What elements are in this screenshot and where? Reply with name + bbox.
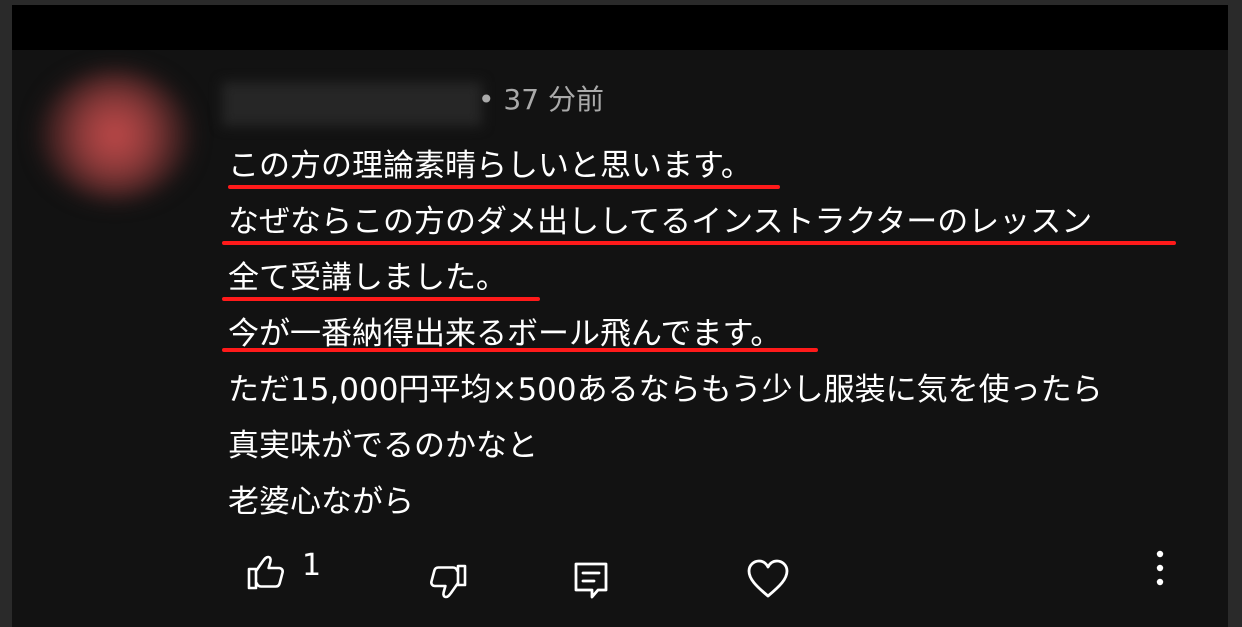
comment-icon bbox=[572, 560, 610, 602]
more-vertical-icon bbox=[1150, 548, 1170, 588]
comment-line-text: なぜならこの方のダメ出ししてるインストラクターのレッスン bbox=[228, 204, 1093, 240]
heart-icon bbox=[746, 558, 790, 600]
more-options-button[interactable] bbox=[1150, 548, 1170, 588]
comment-line-text: 老婆心ながら bbox=[228, 484, 414, 520]
thumbs-up-icon bbox=[246, 552, 286, 592]
comment-line: 真実味がでるのかなと bbox=[228, 418, 1218, 474]
red-underline-annotation bbox=[222, 241, 1176, 245]
heart-button[interactable] bbox=[746, 558, 790, 600]
red-underline-annotation bbox=[222, 297, 540, 301]
comment-line-text: この方の理論素晴らしいと思います。 bbox=[228, 148, 752, 184]
author-name[interactable] bbox=[222, 82, 482, 126]
comment-screenshot: • 37 分前 この方の理論素晴らしいと思います。 なぜならこの方のダメ出しして… bbox=[0, 0, 1242, 627]
comment-line-text: ただ15,000円平均×500あるならもう少し服装に気を使ったら bbox=[228, 372, 1103, 408]
top-bar bbox=[12, 5, 1228, 50]
dislike-button[interactable] bbox=[428, 562, 468, 602]
frame-left-border bbox=[0, 0, 12, 627]
like-count: 1 bbox=[302, 548, 322, 583]
comment-line: 老婆心ながら bbox=[228, 474, 1218, 530]
red-underline-annotation bbox=[222, 348, 818, 352]
comment-line: 今が一番納得出来るボール飛んでます。 bbox=[228, 306, 1218, 362]
thumbs-down-icon bbox=[428, 562, 468, 602]
comment-line-text: 全て受講しました。 bbox=[228, 260, 507, 296]
comment-text: この方の理論素晴らしいと思います。 なぜならこの方のダメ出ししてるインストラクタ… bbox=[222, 138, 1218, 530]
comment-line: ただ15,000円平均×500あるならもう少し服装に気を使ったら bbox=[228, 362, 1218, 418]
like-button[interactable] bbox=[246, 552, 286, 592]
red-underline-annotation bbox=[228, 185, 780, 189]
comment-line-text: 真実味がでるのかなと bbox=[228, 428, 538, 464]
comment-timestamp: • 37 分前 bbox=[478, 83, 604, 116]
avatar[interactable] bbox=[40, 70, 190, 200]
reply-button[interactable] bbox=[572, 560, 610, 602]
frame-right-border bbox=[1228, 0, 1242, 627]
comment-line-text: 今が一番納得出来るボール飛んでます。 bbox=[228, 316, 782, 352]
